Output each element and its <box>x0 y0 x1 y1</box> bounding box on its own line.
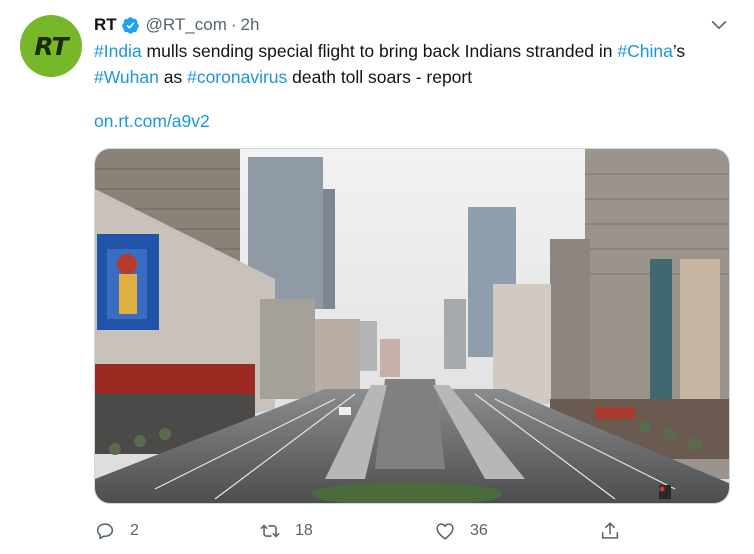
hashtag-link[interactable]: #Wuhan <box>94 67 159 87</box>
verified-badge-icon <box>121 16 139 34</box>
reply-count: 2 <box>130 522 139 539</box>
account-handle[interactable]: @RT_com <box>146 15 227 35</box>
share-icon <box>601 522 619 539</box>
hashtag-link[interactable]: #coronavirus <box>187 67 287 87</box>
like-button[interactable]: 36 <box>434 520 488 542</box>
tweet-text-segment: death toll soars - report <box>287 67 473 87</box>
heart-icon <box>436 523 454 540</box>
avatar-logo: RT <box>34 31 68 61</box>
reply-button[interactable]: 2 <box>94 520 139 542</box>
like-count: 36 <box>470 522 488 539</box>
tweet-link[interactable]: on.rt.com/a9v2 <box>94 111 210 132</box>
retweet-icon <box>260 524 280 538</box>
retweet-button[interactable]: 18 <box>259 520 313 542</box>
tweet-text-segment: mulls sending special flight to bring ba… <box>141 41 618 61</box>
tweet-text-segment: ’s <box>672 41 686 61</box>
reply-icon <box>96 523 114 540</box>
share-button[interactable] <box>599 520 635 542</box>
chevron-down-icon[interactable] <box>708 14 730 36</box>
tweet[interactable]: RT RT @RT_com · 2h #India mulls sending … <box>0 0 754 554</box>
hashtag-link[interactable]: #China <box>617 41 672 61</box>
wuhan-street-photo <box>95 149 729 503</box>
tweet-text-segment: as <box>158 67 188 87</box>
avatar[interactable]: RT <box>20 15 82 77</box>
retweet-count: 18 <box>295 522 313 539</box>
tweet-time[interactable]: 2h <box>241 15 260 35</box>
hashtag-link[interactable]: #India <box>94 41 142 61</box>
tweet-photo[interactable] <box>94 148 730 504</box>
tweet-actions: 2 18 36 <box>94 516 714 546</box>
tweet-text: #India mulls sending special flight to b… <box>94 38 734 90</box>
separator-dot: · <box>230 15 237 34</box>
account-name[interactable]: RT <box>94 15 117 35</box>
tweet-header: RT @RT_com · 2h <box>94 14 259 36</box>
